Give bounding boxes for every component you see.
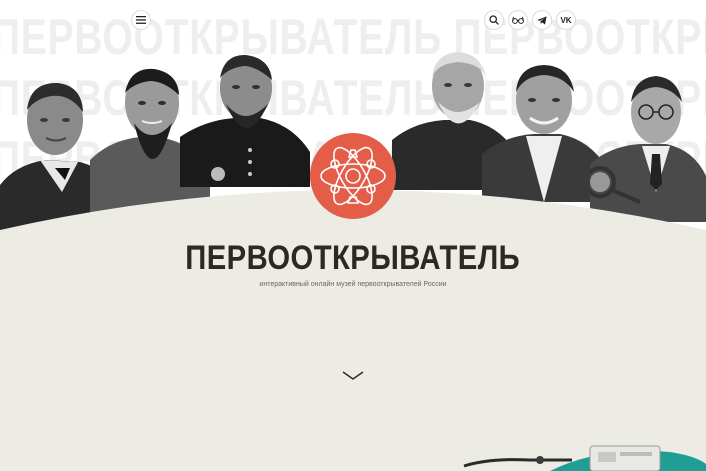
atom-emblem-icon <box>310 133 396 219</box>
telegram-icon <box>537 15 547 25</box>
hamburger-menu-icon <box>136 16 146 24</box>
menu-button[interactable] <box>131 10 151 30</box>
search-icon <box>489 15 499 25</box>
vk-icon: VK <box>560 15 572 25</box>
exhibit-preview-art <box>463 445 706 471</box>
page-title: ПЕРВООТКРЫВАТЕЛЬ <box>0 239 706 278</box>
chevron-down-icon <box>342 371 364 380</box>
accessibility-button[interactable] <box>508 10 528 30</box>
page: ПЕРВООТКРЫВАТЕЛЬ ПЕРВООТКРЫВАТЕЛЬ ПЕРВОО… <box>0 0 706 471</box>
header-actions: VK <box>484 10 576 30</box>
glasses-icon <box>512 16 524 24</box>
page-title-text: ПЕРВООТКРЫВАТЕЛЬ <box>185 239 521 277</box>
scroll-down-button[interactable] <box>341 369 365 383</box>
telegram-link[interactable] <box>532 10 552 30</box>
vk-link[interactable]: VK <box>556 10 576 30</box>
hero-background <box>0 190 706 471</box>
search-button[interactable] <box>484 10 504 30</box>
page-subtitle: интерактивный онлайн музей первооткрыват… <box>259 281 447 288</box>
